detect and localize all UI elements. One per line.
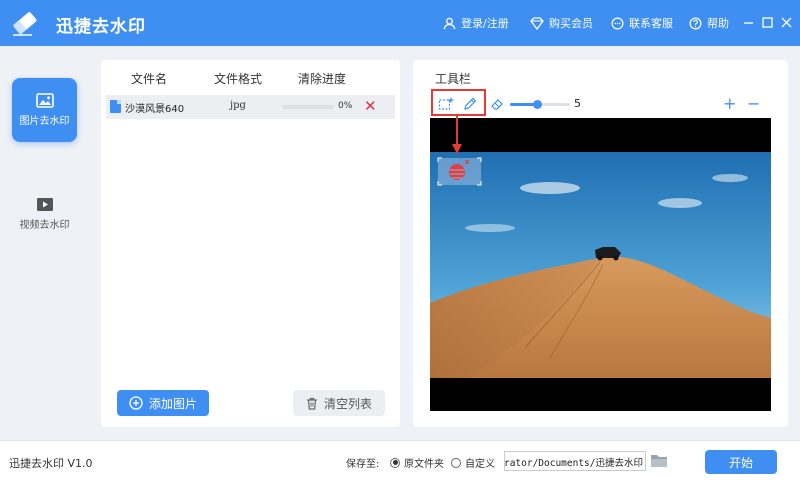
file-format: jpg	[230, 100, 246, 111]
sidebar-item-label: 视频去水印	[19, 220, 70, 231]
rect-select-tool[interactable]	[438, 97, 454, 114]
sidebar: 图片去水印 视频去水印	[0, 46, 88, 440]
start-button[interactable]: 开始	[705, 450, 777, 474]
clear-list-button[interactable]: 清空列表	[293, 390, 385, 416]
header-filename: 文件名	[131, 72, 168, 86]
service-label: 联系客服	[629, 17, 673, 30]
version-text: 迅捷去水印 V1.0	[9, 457, 93, 470]
zoom-in-button[interactable]: +	[723, 94, 736, 113]
table-row[interactable]: 沙漠风景640 jpg 0% ✕	[106, 95, 395, 119]
title-bar: 迅捷去水印 登录/注册 购买会员 联系客服 帮助	[0, 0, 800, 46]
close-button[interactable]	[779, 15, 793, 29]
eraser-icon	[491, 99, 503, 110]
image-canvas[interactable]	[430, 118, 771, 411]
user-icon	[443, 17, 456, 29]
radio-label: 自定义	[465, 459, 495, 470]
contact-service-button[interactable]: 联系客服	[611, 15, 673, 31]
maximize-icon	[761, 16, 773, 28]
radio-dot	[451, 457, 461, 468]
pencil-icon	[464, 97, 477, 110]
slider-thumb[interactable]	[532, 100, 542, 109]
buy-vip-button[interactable]: 购买会员	[530, 15, 593, 31]
brush-tool[interactable]	[463, 97, 477, 114]
bottom-bar: 迅捷去水印 V1.0 保存至: 原文件夹 自定义 C:/Users/Admini…	[0, 440, 800, 480]
eraser-logo-icon	[10, 9, 40, 37]
minimize-button[interactable]	[741, 15, 755, 29]
progress-text: 0%	[338, 101, 353, 111]
diamond-icon	[530, 16, 544, 30]
sidebar-item-video-watermark[interactable]: 视频去水印	[12, 182, 77, 246]
desert-image	[430, 118, 771, 411]
radio-original-folder[interactable]: 原文件夹	[390, 455, 444, 470]
close-icon	[781, 17, 791, 27]
zoom-out-button[interactable]: −	[747, 94, 760, 113]
chat-icon	[611, 17, 624, 29]
editor-panel: 工具栏 5 + −	[413, 60, 788, 427]
eraser-tool[interactable]	[490, 97, 505, 114]
login-button[interactable]: 登录/注册	[443, 15, 509, 31]
delete-icon[interactable]: ✕	[364, 98, 377, 114]
brush-size-value: 5	[574, 97, 581, 110]
save-path-text: C:/Users/Administrator/Documents/迅捷去水印	[504, 458, 643, 469]
add-image-button[interactable]: 添加图片	[117, 390, 209, 416]
radio-label: 原文件夹	[404, 459, 444, 470]
radio-custom-folder[interactable]: 自定义	[451, 455, 495, 470]
add-image-label: 添加图片	[148, 396, 197, 411]
minimize-icon	[743, 21, 753, 24]
login-label: 登录/注册	[461, 17, 509, 30]
sidebar-item-label: 图片去水印	[19, 116, 70, 127]
folder-icon[interactable]	[650, 453, 668, 471]
watermark-selection[interactable]	[437, 157, 482, 186]
progress-bar	[282, 105, 334, 109]
header-progress: 清除进度	[298, 72, 347, 86]
arrow-down-icon	[452, 116, 462, 154]
save-to-label: 保存至:	[346, 459, 380, 470]
trash-icon	[306, 397, 317, 410]
radio-dot	[390, 457, 400, 468]
file-list-panel: 文件名 文件格式 清除进度 沙漠风景640 jpg 0% ✕ 添加图片 清空列表	[101, 60, 400, 427]
sidebar-item-image-watermark[interactable]: 图片去水印	[12, 78, 77, 142]
toolbar-title: 工具栏	[435, 72, 472, 86]
help-button[interactable]: 帮助	[689, 15, 729, 31]
file-name: 沙漠风景640	[125, 104, 185, 115]
vip-label: 购买会员	[549, 17, 593, 30]
maximize-button[interactable]	[760, 15, 774, 29]
save-path-input[interactable]: C:/Users/Administrator/Documents/迅捷去水印	[504, 451, 646, 471]
clear-list-label: 清空列表	[323, 396, 372, 411]
file-icon	[110, 100, 121, 113]
help-icon	[689, 17, 702, 29]
rect-select-icon	[438, 97, 454, 110]
add-circle-icon	[129, 396, 143, 410]
app-title: 迅捷去水印	[56, 17, 146, 37]
video-icon	[36, 198, 53, 211]
help-label: 帮助	[707, 17, 729, 30]
header-format: 文件格式	[214, 72, 263, 86]
image-icon	[35, 93, 54, 108]
